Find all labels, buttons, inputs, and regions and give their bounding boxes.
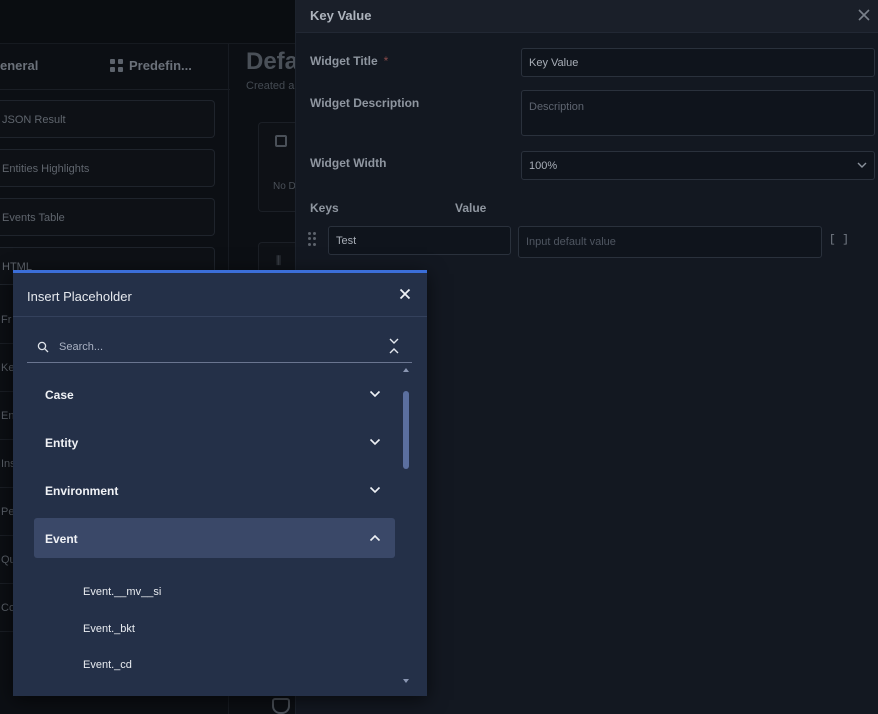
required-mark: * (383, 54, 389, 68)
tree-item-environment[interactable]: Environment (34, 470, 395, 510)
grid-icon (110, 59, 123, 72)
widget-description-label: Widget Description (310, 96, 420, 110)
widget-list-item[interactable]: Ins (0, 440, 14, 488)
widget-list-item[interactable]: Fr (0, 296, 14, 344)
chevron-down-icon (369, 486, 381, 494)
value-column-header: Value (455, 201, 487, 215)
modal-header: Insert Placeholder (13, 273, 427, 317)
placeholder-item[interactable]: Event._bkt (83, 614, 161, 651)
insert-placeholder-icon[interactable]: [ ] (829, 234, 849, 246)
widget-list-lower: Fr Ke En Ins Pe Qu Co (0, 296, 14, 632)
event-placeholder-list: Event.__mv__si Event._bkt Event._cd (83, 577, 161, 687)
tree-item-label: Entity (45, 436, 79, 450)
widget-list-item[interactable]: Qu (0, 536, 14, 584)
tree-item-label: Case (45, 388, 74, 402)
widget-list-item[interactable]: Co (0, 584, 14, 632)
widget-title-input[interactable] (521, 48, 875, 77)
placeholder-tree: Case Entity Environment Event (34, 374, 395, 566)
widget-width-value: 100% (529, 160, 558, 172)
panel-header: Key Value (296, 0, 878, 33)
widget-list-item[interactable]: Pe (0, 488, 14, 536)
app-root: eneral Predefin... JSON Result Entities … (0, 0, 878, 714)
widget-icon (275, 135, 287, 147)
placeholder-item[interactable]: Event.__mv__si (83, 577, 161, 614)
keys-column-header: Keys (310, 201, 339, 215)
widget-list: JSON Result Entities Highlights Events T… (0, 100, 215, 296)
background-widget-card-2: ⫼ (258, 242, 298, 272)
chart-icon: ⫼ (276, 255, 282, 267)
drag-handle-icon[interactable] (308, 232, 316, 246)
chevron-down-icon (369, 390, 381, 398)
scroll-up-arrow-icon[interactable] (403, 368, 409, 372)
chevron-up-icon (369, 534, 381, 542)
widget-list-item[interactable]: JSON Result (0, 100, 215, 138)
widget-list-item[interactable]: En (0, 392, 14, 440)
widget-width-label: Widget Width (310, 156, 387, 170)
key-input[interactable] (328, 226, 511, 255)
tab-predefined[interactable]: Predefin... (110, 58, 192, 73)
panel-title: Key Value (310, 8, 372, 23)
chevron-down-icon (369, 438, 381, 446)
widget-width-select[interactable]: 100% (521, 151, 875, 180)
background-topbar (0, 0, 296, 44)
tab-predefined-label: Predefin... (129, 58, 192, 73)
modal-scrollbar[interactable] (402, 368, 410, 686)
widget-list-item[interactable]: Ke (0, 344, 14, 392)
background-tabs: eneral Predefin... (0, 44, 230, 90)
collapse-all-icon[interactable] (388, 337, 400, 355)
search-input[interactable] (59, 335, 359, 359)
widget-title-label: Widget Title * (310, 54, 388, 68)
background-card-text: No D (273, 181, 296, 192)
widget-description-input[interactable] (521, 90, 875, 136)
panel-close-button[interactable] (853, 3, 875, 27)
close-icon[interactable] (397, 286, 413, 302)
scrollbar-thumb[interactable] (403, 391, 409, 469)
widget-list-item[interactable]: Entities Highlights (0, 149, 215, 187)
tree-item-label: Environment (45, 484, 119, 498)
value-input[interactable] (518, 226, 822, 258)
search-icon (37, 341, 49, 353)
tab-general[interactable]: eneral (0, 58, 38, 73)
background-widget-card: No D (258, 122, 298, 212)
background-page-title: Defa (246, 48, 296, 75)
modal-title: Insert Placeholder (27, 289, 132, 304)
close-icon (858, 9, 870, 21)
tree-item-entity[interactable]: Entity (34, 422, 395, 462)
background-page-subtitle: Created a (246, 80, 295, 92)
widget-list-item[interactable]: Events Table (0, 198, 215, 236)
insert-placeholder-modal: Insert Placeholder Case Entity (13, 270, 427, 696)
tree-item-event[interactable]: Event (34, 518, 395, 558)
placeholder-item[interactable]: Event._cd (83, 650, 161, 687)
chevron-down-icon (857, 162, 867, 168)
shield-icon (272, 698, 290, 714)
tree-item-case[interactable]: Case (34, 374, 395, 414)
widget-title-label-text: Widget Title (310, 54, 378, 68)
tree-item-label: Event (45, 532, 78, 546)
scroll-down-arrow-icon[interactable] (403, 679, 409, 683)
placeholder-search (27, 331, 412, 363)
